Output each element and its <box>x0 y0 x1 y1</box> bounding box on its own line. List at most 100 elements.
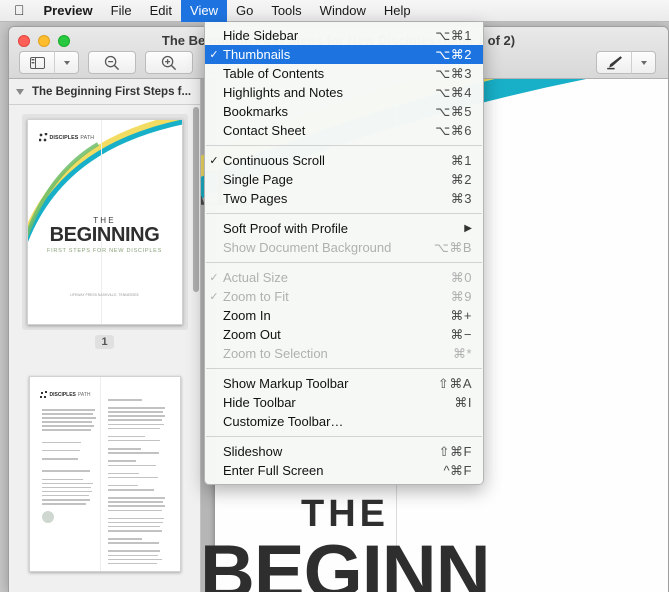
zoom-out-icon <box>104 55 120 70</box>
menu-item-label: Two Pages <box>223 191 288 206</box>
checkmark-icon: ✓ <box>209 155 219 167</box>
checkmark-icon: ✓ <box>209 272 219 284</box>
markup-dropdown[interactable] <box>632 51 656 74</box>
menu-item-two-pages[interactable]: Two Pages ⌘3 <box>205 189 483 208</box>
zoom-in-button[interactable] <box>145 51 193 74</box>
text-line <box>107 464 156 466</box>
menu-item-shortcut: ⌥⌘B <box>433 239 472 255</box>
menu-item-hide-sidebar[interactable]: Hide Sidebar ⌥⌘1 <box>205 26 483 45</box>
markup-button[interactable] <box>596 51 632 74</box>
chevron-down-icon <box>640 60 647 65</box>
list-item[interactable]: DISCIPLESPATH 2 <box>9 371 200 592</box>
zoom-out-button[interactable] <box>88 51 136 74</box>
menu-item-label: Customize Toolbar… <box>223 414 344 429</box>
menu-separator <box>206 368 482 369</box>
menu-item-label: Table of Contents <box>223 66 325 81</box>
logo-dots-icon <box>38 133 48 142</box>
menu-item-bookmarks[interactable]: Bookmarks ⌥⌘5 <box>205 102 483 121</box>
menubar-item-window[interactable]: Window <box>311 0 375 22</box>
text-line <box>107 452 160 454</box>
menu-item-thumbnails[interactable]: ✓ Thumbnails ⌥⌘2 <box>205 45 483 64</box>
menu-item-shortcut: ⌘− <box>450 326 472 342</box>
menu-item-show-document-background[interactable]: Show Document Background ⌥⌘B <box>205 238 483 257</box>
menubar-item-edit[interactable]: Edit <box>141 0 181 22</box>
sidebar-scrollbar[interactable] <box>193 107 199 292</box>
thumbnail-page-2[interactable]: DISCIPLES PATH <box>28 376 181 572</box>
menu-item-shortcut: ⌘* <box>452 345 472 361</box>
text-line <box>41 421 92 423</box>
text-line <box>41 499 90 501</box>
menu-item-show-markup-toolbar[interactable]: Show Markup Toolbar ⇧⌘A <box>205 374 483 393</box>
menu-item-label: Zoom Out <box>223 327 281 342</box>
menubar-item-preview[interactable]: Preview <box>35 0 102 22</box>
menubar-item-view[interactable]: View <box>181 0 227 22</box>
menu-item-contact-sheet[interactable]: Contact Sheet ⌥⌘6 <box>205 121 483 140</box>
sidebar-view-button[interactable] <box>19 51 55 74</box>
text-line <box>107 448 141 450</box>
menu-item-table-of-contents[interactable]: Table of Contents ⌥⌘3 <box>205 64 483 83</box>
checkmark-icon: ✓ <box>209 291 219 303</box>
menu-item-customize-toolbar[interactable]: Customize Toolbar… <box>205 412 483 431</box>
sidebar-header[interactable]: The Beginning First Steps f... <box>9 79 200 105</box>
text-line <box>41 449 80 452</box>
menu-item-single-page[interactable]: Single Page ⌘2 <box>205 170 483 189</box>
menu-item-enter-full-screen[interactable]: Enter Full Screen ^⌘F <box>205 461 483 480</box>
text-line <box>107 501 164 503</box>
text-line <box>41 458 79 460</box>
text-line <box>107 411 164 413</box>
menu-item-shortcut: ⌥⌘1 <box>435 27 472 43</box>
menu-item-label: Zoom to Selection <box>223 346 328 361</box>
text-line <box>107 497 166 499</box>
menu-item-actual-size[interactable]: ✓ Actual Size ⌘0 <box>205 268 483 287</box>
menu-item-label: Thumbnails <box>223 47 291 62</box>
menu-item-soft-proof-with-profile[interactable]: Soft Proof with Profile ▶ <box>205 219 483 238</box>
thumbnail-selection-1[interactable]: DISCIPLES PATH THE BEGINNING FIRST STEPS … <box>21 114 188 330</box>
menu-item-zoom-out[interactable]: Zoom Out ⌘− <box>205 325 483 344</box>
menubar-item-go[interactable]: Go <box>227 0 262 22</box>
menu-item-highlights-and-notes[interactable]: Highlights and Notes ⌥⌘4 <box>205 83 483 102</box>
text-line <box>107 427 161 430</box>
menu-item-continuous-scroll[interactable]: ✓ Continuous Scroll ⌘1 <box>205 151 483 170</box>
menu-separator <box>206 436 482 437</box>
menu-item-label: Zoom to Fit <box>223 289 289 304</box>
text-line <box>107 530 162 532</box>
list-item[interactable]: DISCIPLES PATH THE BEGINNING FIRST STEPS … <box>9 114 200 349</box>
text-line <box>41 486 91 489</box>
menu-separator <box>206 145 482 146</box>
view-menu-dropdown[interactable]: Hide Sidebar ⌥⌘1 ✓ Thumbnails ⌥⌘2 Table of Co… <box>204 22 484 485</box>
menu-item-shortcut: ⌘3 <box>450 190 472 206</box>
markup-toggle-group[interactable] <box>596 51 656 74</box>
menu-item-zoom-in[interactable]: Zoom In ⌘+ <box>205 306 483 325</box>
menu-item-slideshow[interactable]: Slideshow ⇧⌘F <box>205 442 483 461</box>
text-line <box>107 525 161 528</box>
menu-item-zoom-to-fit[interactable]: ✓ Zoom to Fit ⌘9 <box>205 287 483 306</box>
cover-subtitle: FIRST STEPS FOR NEW DISCIPLES <box>47 248 162 254</box>
logo-text-light: PATH <box>80 134 95 141</box>
text-line <box>107 554 158 557</box>
menu-item-hide-toolbar[interactable]: Hide Toolbar ⌘I <box>205 393 483 412</box>
markup-pen-icon <box>606 56 622 70</box>
apple-menu-icon[interactable]:  <box>0 0 35 22</box>
chevron-down-icon <box>63 60 70 65</box>
menu-item-label: Soft Proof with Profile <box>223 221 348 236</box>
menubar-item-help[interactable]: Help <box>375 0 420 22</box>
thumbnail-selection-2[interactable]: DISCIPLES PATH <box>24 371 186 577</box>
sidebar-view-dropdown[interactable] <box>55 51 79 74</box>
text-line <box>107 489 155 491</box>
disciples-path-logo-small: DISCIPLES PATH <box>39 391 91 399</box>
menu-item-zoom-to-selection[interactable]: Zoom to Selection ⌘* <box>205 344 483 363</box>
menu-item-shortcut: ⌘9 <box>450 288 472 304</box>
text-line <box>41 490 92 493</box>
menu-item-shortcut: ⌥⌘3 <box>435 65 472 81</box>
thumbnail-page-1[interactable]: DISCIPLES PATH THE BEGINNING FIRST STEPS … <box>26 119 183 325</box>
text-line <box>107 509 162 512</box>
sidebar-toggle-group[interactable] <box>19 51 79 74</box>
menubar-item-file[interactable]: File <box>102 0 141 22</box>
text-line <box>41 441 81 444</box>
triangle-down-icon[interactable] <box>16 88 24 95</box>
toolbar-right-group <box>596 51 656 74</box>
menu-item-label: Actual Size <box>223 270 289 285</box>
menu-item-label: Slideshow <box>223 444 283 459</box>
menubar-item-tools[interactable]: Tools <box>262 0 310 22</box>
menu-item-label: Single Page <box>223 172 294 187</box>
